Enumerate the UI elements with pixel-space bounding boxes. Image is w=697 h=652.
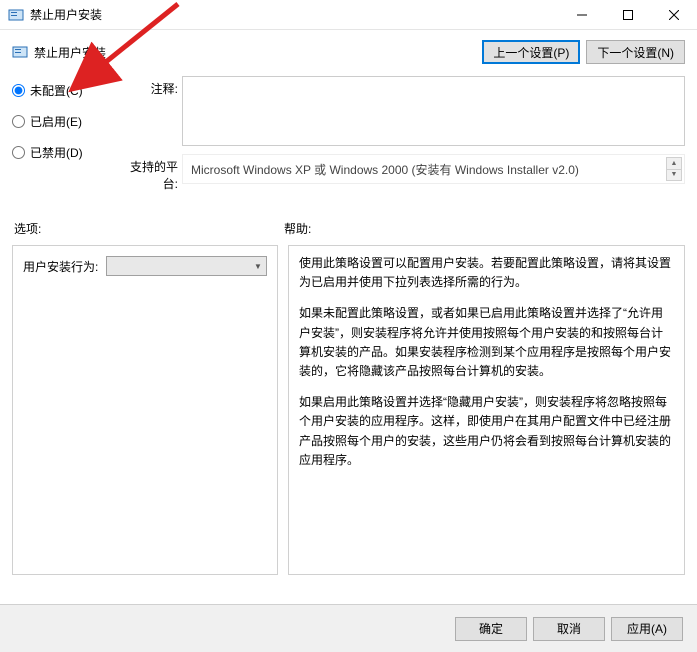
behavior-combo[interactable]: ▼ bbox=[106, 256, 267, 276]
policy-icon bbox=[12, 44, 28, 60]
help-paragraph: 如果未配置此策略设置，或者如果已启用此策略设置并选择了“允许用户安装”，则安装程… bbox=[299, 304, 674, 381]
radio-disabled-label: 已禁用(D) bbox=[30, 144, 83, 161]
ok-button[interactable]: 确定 bbox=[455, 617, 527, 641]
behavior-row: 用户安装行为: ▼ bbox=[23, 256, 267, 276]
behavior-label: 用户安装行为: bbox=[23, 258, 98, 275]
titlebar: 禁止用户安装 bbox=[0, 0, 697, 30]
platform-value: Microsoft Windows XP 或 Windows 2000 (安装有… bbox=[182, 154, 685, 184]
platform-text: Microsoft Windows XP 或 Windows 2000 (安装有… bbox=[191, 161, 579, 178]
comment-label: 注释: bbox=[122, 76, 182, 97]
comment-row: 注释: bbox=[122, 76, 685, 146]
radio-enabled-input[interactable] bbox=[12, 115, 25, 128]
radio-not-configured[interactable]: 未配置(C) bbox=[12, 82, 122, 99]
state-radio-group: 未配置(C) 已启用(E) 已禁用(D) bbox=[12, 76, 122, 200]
options-panel: 用户安装行为: ▼ bbox=[12, 245, 278, 575]
footer: 确定 取消 应用(A) bbox=[0, 604, 697, 652]
help-panel: 使用此策略设置可以配置用户安装。若要配置此策略设置，请将其设置为已启用并使用下拉… bbox=[288, 245, 685, 575]
apply-label: 应用(A) bbox=[627, 620, 667, 637]
minimize-button[interactable] bbox=[559, 0, 605, 29]
chevron-up-icon[interactable]: ▲ bbox=[667, 158, 681, 170]
window-controls bbox=[559, 0, 697, 29]
maximize-button[interactable] bbox=[605, 0, 651, 29]
previous-setting-label: 上一个设置(P) bbox=[493, 44, 569, 61]
fields-column: 注释: 支持的平台: Microsoft Windows XP 或 Window… bbox=[122, 76, 685, 200]
ok-label: 确定 bbox=[479, 620, 503, 637]
platform-row: 支持的平台: Microsoft Windows XP 或 Windows 20… bbox=[122, 154, 685, 192]
help-paragraph: 使用此策略设置可以配置用户安装。若要配置此策略设置，请将其设置为已启用并使用下拉… bbox=[299, 254, 674, 292]
cancel-label: 取消 bbox=[557, 620, 581, 637]
header-row: 禁止用户安装 上一个设置(P) 下一个设置(N) bbox=[0, 30, 697, 70]
radio-enabled[interactable]: 已启用(E) bbox=[12, 113, 122, 130]
help-paragraph: 如果启用此策略设置并选择“隐藏用户安装”，则安装程序将忽略按照每个用户安装的应用… bbox=[299, 393, 674, 470]
apply-button[interactable]: 应用(A) bbox=[611, 617, 683, 641]
previous-setting-button[interactable]: 上一个设置(P) bbox=[482, 40, 580, 64]
config-area: 未配置(C) 已启用(E) 已禁用(D) 注释: 支持的平台: Microsof… bbox=[0, 70, 697, 200]
policy-name: 禁止用户安装 bbox=[34, 44, 476, 61]
radio-enabled-label: 已启用(E) bbox=[30, 113, 82, 130]
help-heading: 帮助: bbox=[284, 220, 311, 237]
window-title: 禁止用户安装 bbox=[30, 6, 559, 23]
comment-input[interactable] bbox=[182, 76, 685, 146]
platform-label: 支持的平台: bbox=[122, 154, 182, 192]
next-setting-label: 下一个设置(N) bbox=[597, 44, 674, 61]
options-heading: 选项: bbox=[14, 220, 284, 237]
cancel-button[interactable]: 取消 bbox=[533, 617, 605, 641]
section-labels: 选项: 帮助: bbox=[0, 200, 697, 241]
close-button[interactable] bbox=[651, 0, 697, 29]
next-setting-button[interactable]: 下一个设置(N) bbox=[586, 40, 685, 64]
radio-disabled[interactable]: 已禁用(D) bbox=[12, 144, 122, 161]
platform-spinner[interactable]: ▲ ▼ bbox=[666, 157, 682, 181]
radio-disabled-input[interactable] bbox=[12, 146, 25, 159]
chevron-down-icon: ▼ bbox=[250, 257, 266, 275]
lower-area: 用户安装行为: ▼ 使用此策略设置可以配置用户安装。若要配置此策略设置，请将其设… bbox=[0, 241, 697, 575]
chevron-down-icon[interactable]: ▼ bbox=[667, 170, 681, 181]
radio-not-configured-input[interactable] bbox=[12, 84, 25, 97]
policy-icon bbox=[8, 7, 24, 23]
radio-not-configured-label: 未配置(C) bbox=[30, 82, 83, 99]
